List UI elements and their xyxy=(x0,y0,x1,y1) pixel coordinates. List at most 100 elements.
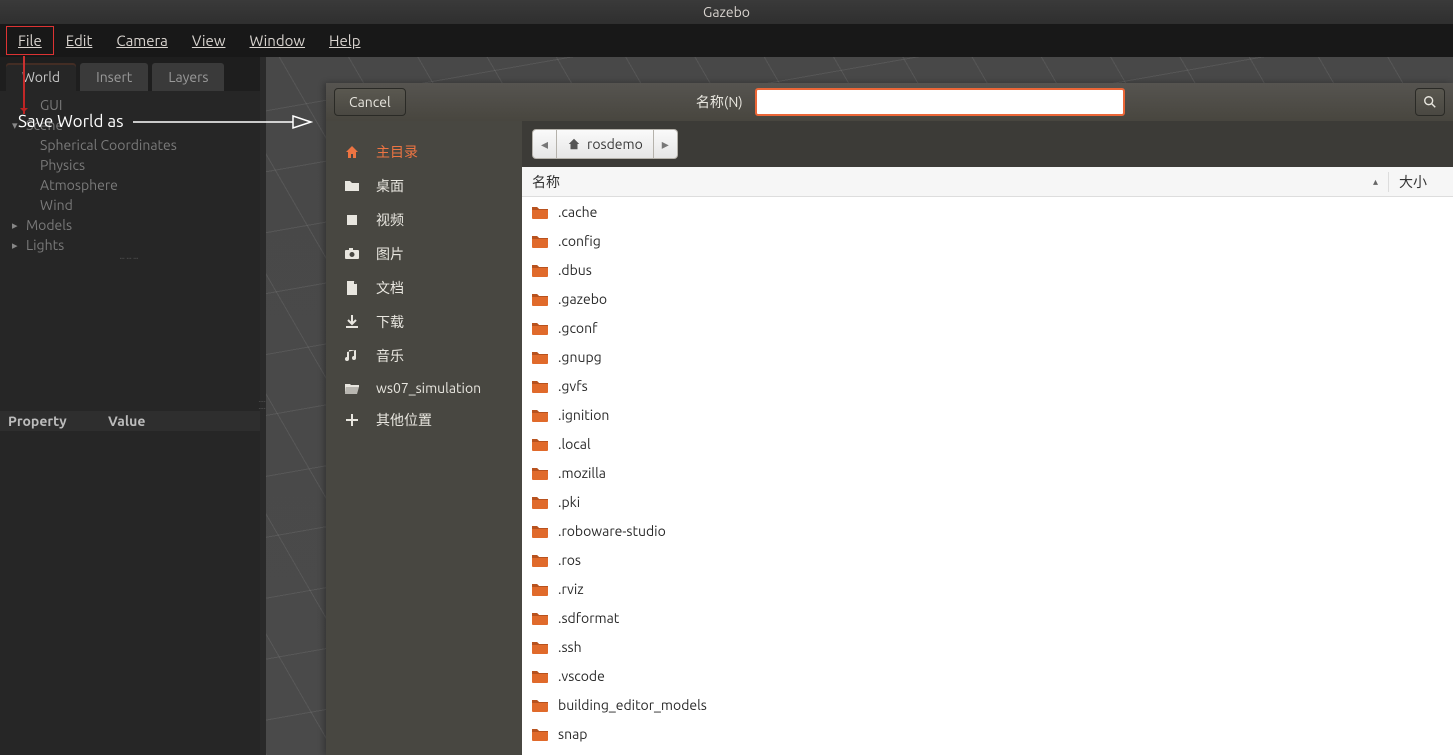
tree-node-wind[interactable]: Wind xyxy=(12,195,260,215)
camera-icon xyxy=(344,246,360,262)
file-row[interactable]: .sdformat xyxy=(522,603,1453,632)
breadcrumb-forward[interactable]: ▸ xyxy=(654,129,678,159)
file-row[interactable]: .vscode xyxy=(522,661,1453,690)
cancel-button[interactable]: Cancel xyxy=(334,88,406,116)
save-file-dialog: Cancel 名称(N) 主目录桌面视频图片文档下载音乐ws07_simulat… xyxy=(326,83,1453,755)
place-label: 图片 xyxy=(376,244,404,264)
file-row[interactable]: .rviz xyxy=(522,574,1453,603)
place-downloads[interactable]: 下载 xyxy=(326,305,522,339)
file-row[interactable]: .config xyxy=(522,226,1453,255)
tree-node-spherical[interactable]: Spherical Coordinates xyxy=(12,135,260,155)
file-name: .gconf xyxy=(558,320,597,336)
folderopen-icon xyxy=(344,380,360,396)
folder-icon xyxy=(532,582,548,596)
file-row[interactable]: .ignition xyxy=(522,400,1453,429)
file-row[interactable]: .roboware-studio xyxy=(522,516,1453,545)
panel-splitter-h[interactable]: ┄┄┄ xyxy=(0,255,260,261)
sort-caret-icon: ▴ xyxy=(1373,176,1378,188)
place-videos[interactable]: 视频 xyxy=(326,203,522,237)
place-music[interactable]: 音乐 xyxy=(326,339,522,373)
menu-window[interactable]: Window xyxy=(237,26,317,55)
file-name: .gvfs xyxy=(558,378,588,394)
left-panel: World Insert Layers GUI Scene Spherical … xyxy=(0,57,260,755)
tree-node-physics[interactable]: Physics xyxy=(12,155,260,175)
column-size[interactable]: 大小 xyxy=(1389,172,1453,192)
file-row[interactable]: .dbus xyxy=(522,255,1453,284)
folder-icon xyxy=(532,495,548,509)
place-documents[interactable]: 文档 xyxy=(326,271,522,305)
file-name: .sdformat xyxy=(558,610,619,626)
file-row[interactable]: .pki xyxy=(522,487,1453,516)
filename-input[interactable] xyxy=(755,88,1125,116)
folder-icon xyxy=(532,263,548,277)
folder-icon xyxy=(532,437,548,451)
video-icon xyxy=(344,212,360,228)
menu-edit[interactable]: Edit xyxy=(54,26,105,55)
file-row[interactable]: .gazebo xyxy=(522,284,1453,313)
col-property[interactable]: Property xyxy=(0,411,100,431)
file-row[interactable]: building_editor_models xyxy=(522,690,1453,719)
music-icon xyxy=(344,348,360,364)
place-home[interactable]: 主目录 xyxy=(326,135,522,169)
folder-icon xyxy=(532,524,548,538)
menu-camera[interactable]: Camera xyxy=(104,26,180,55)
file-row[interactable]: .cache xyxy=(522,197,1453,226)
place-label: 桌面 xyxy=(376,176,404,196)
menu-view[interactable]: View xyxy=(180,26,238,55)
file-row[interactable]: .local xyxy=(522,429,1453,458)
tree-node-atmosphere[interactable]: Atmosphere xyxy=(12,175,260,195)
file-name: .roboware-studio xyxy=(558,523,666,539)
window-titlebar: Gazebo xyxy=(0,0,1453,24)
file-row[interactable]: .gvfs xyxy=(522,371,1453,400)
place-ws07[interactable]: ws07_simulation xyxy=(326,373,522,403)
place-label: 音乐 xyxy=(376,346,404,366)
tab-world[interactable]: World xyxy=(6,63,76,91)
folder-icon xyxy=(532,466,548,480)
place-pictures[interactable]: 图片 xyxy=(326,237,522,271)
tab-layers[interactable]: Layers xyxy=(152,63,224,91)
file-name: .ssh xyxy=(558,639,582,655)
search-button[interactable] xyxy=(1415,88,1445,116)
file-row[interactable]: snap xyxy=(522,719,1453,748)
col-value[interactable]: Value xyxy=(100,411,153,431)
tree-node-models[interactable]: Models xyxy=(12,215,260,235)
folder-icon xyxy=(532,698,548,712)
file-name: .gnupg xyxy=(558,349,602,365)
file-row[interactable]: .ros xyxy=(522,545,1453,574)
home-icon xyxy=(567,137,581,151)
folder-icon xyxy=(532,553,548,567)
breadcrumb-back[interactable]: ◂ xyxy=(532,129,557,159)
file-row[interactable]: .gconf xyxy=(522,313,1453,342)
folder-icon xyxy=(532,379,548,393)
file-name: .ignition xyxy=(558,407,609,423)
plus-icon xyxy=(344,412,360,428)
file-name: snap xyxy=(558,726,587,742)
file-row[interactable]: .ssh xyxy=(522,632,1453,661)
file-list[interactable]: .cache .config .dbus.gazebo .gconf .gnupg .gv… xyxy=(522,197,1453,755)
place-desktop[interactable]: 桌面 xyxy=(326,169,522,203)
doc-icon xyxy=(344,280,360,296)
breadcrumb-home[interactable]: rosdemo xyxy=(557,129,654,159)
tab-insert[interactable]: Insert xyxy=(80,63,148,91)
column-name[interactable]: 名称 ▴ xyxy=(522,172,1389,192)
tree-node-lights[interactable]: Lights xyxy=(12,235,260,255)
folder-icon xyxy=(532,669,548,683)
file-name: .mozilla xyxy=(558,465,606,481)
folder-icon xyxy=(532,727,548,741)
window-title: Gazebo xyxy=(703,4,750,20)
folder-icon xyxy=(532,321,548,335)
breadcrumb-bar: ◂ rosdemo ▸ xyxy=(522,121,1453,167)
menu-file[interactable]: File xyxy=(6,26,54,55)
menu-bar: File Edit Camera View Window Help xyxy=(0,24,1453,57)
file-row[interactable]: .mozilla xyxy=(522,458,1453,487)
place-label: 文档 xyxy=(376,278,404,298)
menu-help[interactable]: Help xyxy=(317,26,372,55)
file-row[interactable]: .gnupg xyxy=(522,342,1453,371)
place-other[interactable]: 其他位置 xyxy=(326,403,522,437)
file-name: .config xyxy=(558,233,601,249)
file-name: .vscode xyxy=(558,668,605,684)
place-label: 下载 xyxy=(376,312,404,332)
annotation-label: Save World as xyxy=(18,112,313,131)
folder-icon xyxy=(532,408,548,422)
annotation-connector xyxy=(23,56,25,114)
